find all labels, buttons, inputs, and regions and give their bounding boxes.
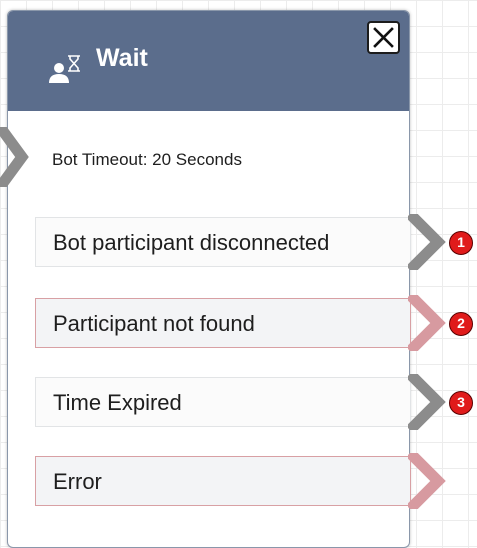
person-hourglass-icon	[49, 55, 80, 83]
timeout-label: Bot Timeout: 20 Seconds	[52, 150, 242, 169]
output-arrow-connected-1[interactable]	[408, 214, 448, 270]
close-button[interactable]	[367, 21, 400, 54]
branch-label: Error	[53, 469, 102, 494]
branch-label: Time Expired	[53, 390, 182, 415]
input-connector-arrow[interactable]	[0, 127, 32, 187]
error-badge-2: 2	[449, 312, 473, 336]
branch-label: Participant not found	[53, 311, 255, 336]
close-icon	[373, 27, 394, 48]
wait-block[interactable]: Wait Bot Timeout: 20 Seconds Bot partici…	[0, 10, 473, 548]
branch-participant-not-found[interactable]: Participant not found	[35, 298, 411, 348]
branch-error[interactable]: Error	[35, 456, 411, 506]
branch-time-expired[interactable]: Time Expired	[35, 377, 411, 427]
error-badge-3: 3	[449, 391, 473, 415]
output-arrow-unconnected-4[interactable]	[408, 453, 448, 509]
block-header: Wait	[8, 11, 409, 111]
branch-bot-participant-disconnected[interactable]: Bot participant disconnected	[35, 217, 411, 267]
output-arrow-connected-3[interactable]	[408, 374, 448, 430]
block-title: Wait	[96, 44, 148, 72]
branch-label: Bot participant disconnected	[53, 230, 330, 255]
error-badge-1: 1	[449, 231, 473, 255]
output-arrow-unconnected-2[interactable]	[408, 295, 448, 351]
